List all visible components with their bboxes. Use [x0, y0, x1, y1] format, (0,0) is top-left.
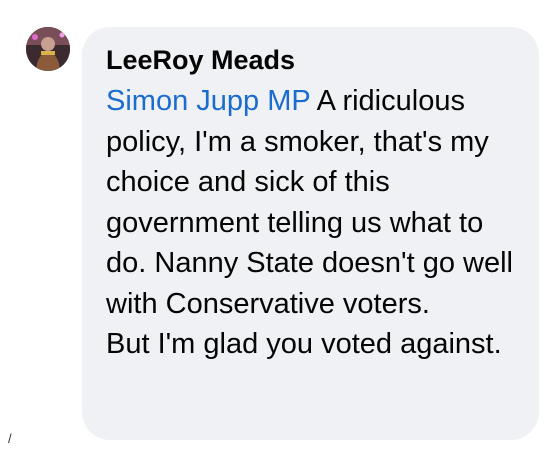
avatar[interactable]	[26, 27, 70, 71]
comment-paragraph-2: But I'm glad you voted against.	[106, 328, 502, 360]
comment-bubble: LeeRoy Meads Simon Jupp MP A ridiculous …	[82, 27, 539, 440]
comment-text: Simon Jupp MP A ridiculous policy, I'm a…	[106, 81, 519, 365]
mention-link[interactable]: Simon Jupp MP	[106, 85, 310, 117]
comment-paragraph-1-text: A ridiculous policy, I'm a smoker, that'…	[106, 85, 513, 320]
comment-author-name[interactable]: LeeRoy Meads	[106, 43, 519, 77]
profile-photo-icon	[26, 27, 70, 71]
comment-paragraph-1: Simon Jupp MP A ridiculous policy, I'm a…	[106, 81, 519, 324]
edge-mark: /	[8, 431, 12, 446]
